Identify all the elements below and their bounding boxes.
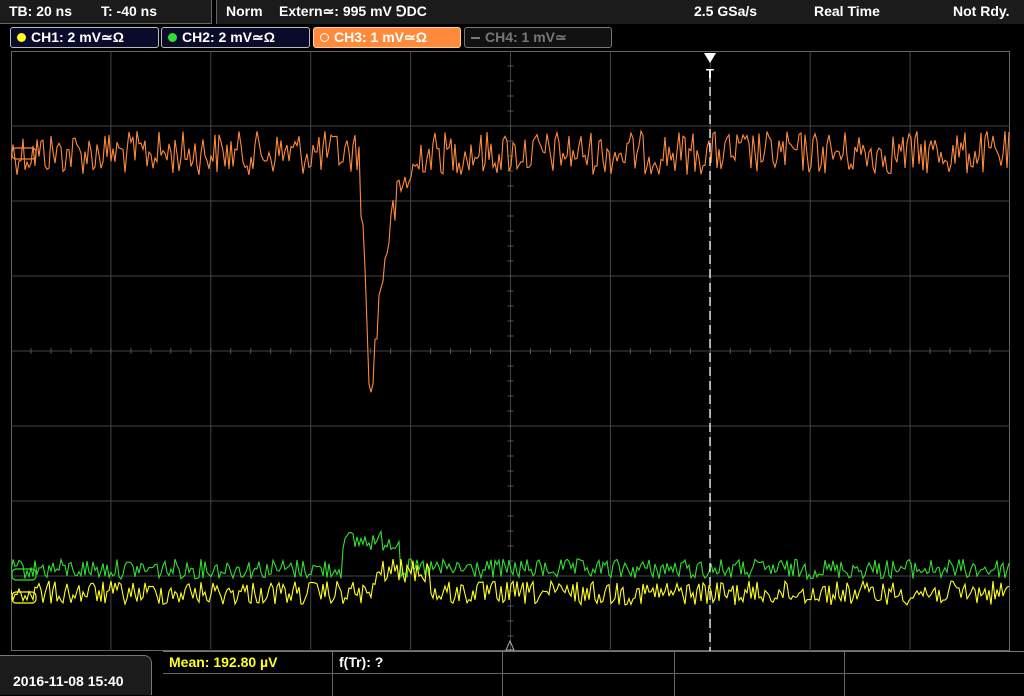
measurement-cell-empty-3[interactable] — [845, 652, 1024, 674]
trigger-source: Extern≃: 995 mV ⅁DC — [279, 3, 427, 19]
ch3-button[interactable]: CH3: 1 mV≃Ω — [313, 27, 461, 48]
mean-measurement: Mean: 192.80 µV — [169, 654, 278, 670]
ch4-button[interactable]: CH4: 1 mV≃ — [464, 27, 612, 48]
ch3-label: CH3: 1 mV≃Ω — [334, 29, 427, 45]
measurement-cell-empty-5[interactable] — [333, 674, 503, 696]
trigger-panel[interactable]: Norm Extern≃: 995 mV ⅁DC 2.5 GSa/s Real … — [216, 0, 1024, 24]
ch1-dot-icon — [17, 33, 26, 42]
trigger-mode: Norm — [226, 3, 263, 19]
channel-bar: CH1: 2 mV≃Ω CH2: 2 mV≃Ω CH3: 1 mV≃Ω CH4:… — [0, 25, 1024, 51]
trigger-arrow-icon[interactable] — [704, 53, 716, 63]
timebase-value: TB: 20 ns — [9, 3, 73, 19]
measurement-cell-empty-6[interactable] — [503, 674, 675, 696]
timebase-panel[interactable]: TB: 20 ns T: -40 ns — [0, 0, 212, 24]
acquisition-mode: Real Time — [814, 3, 880, 19]
measurement-cell-empty-4[interactable] — [163, 674, 333, 696]
ch1-button[interactable]: CH1: 2 mV≃Ω — [10, 27, 159, 48]
ch4-label: CH4: 1 mV≃ — [485, 29, 567, 45]
trigger-time-value: T: -40 ns — [101, 3, 158, 19]
trigger-marker-label: T — [706, 66, 714, 81]
measurement-panel[interactable]: Mean: 192.80 µV f(Tr): ? — [163, 651, 1024, 696]
ch2-dot-icon — [168, 33, 177, 42]
ch3-dot-icon — [320, 33, 329, 42]
ch4-off-icon — [471, 37, 480, 39]
ch2-label: CH2: 2 mV≃Ω — [182, 29, 275, 45]
date-time: 2016-11-08 15:40 — [13, 673, 124, 689]
measurement-cell-mean[interactable]: Mean: 192.80 µV — [163, 652, 333, 674]
date-panel: 2016-11-08 15:40 — [0, 655, 152, 695]
freq-measurement: f(Tr): ? — [339, 654, 384, 670]
measurement-cell-empty-8[interactable] — [845, 674, 1024, 696]
ch2-button[interactable]: CH2: 2 mV≃Ω — [161, 27, 310, 48]
measurement-cell-empty-2[interactable] — [675, 652, 845, 674]
graticule — [11, 51, 1010, 651]
status-bar: TB: 20 ns T: -40 ns Norm Extern≃: 995 mV… — [0, 0, 1024, 24]
measurement-cell-empty-7[interactable] — [675, 674, 845, 696]
sample-rate: 2.5 GSa/s — [694, 3, 758, 19]
ch1-label: CH1: 2 mV≃Ω — [31, 29, 124, 45]
waveform-display[interactable]: T — [11, 51, 1010, 651]
measurement-cell-freq[interactable]: f(Tr): ? — [333, 652, 503, 674]
acquisition-status: Not Rdy. — [953, 3, 1010, 19]
measurement-cell-empty-1[interactable] — [503, 652, 675, 674]
